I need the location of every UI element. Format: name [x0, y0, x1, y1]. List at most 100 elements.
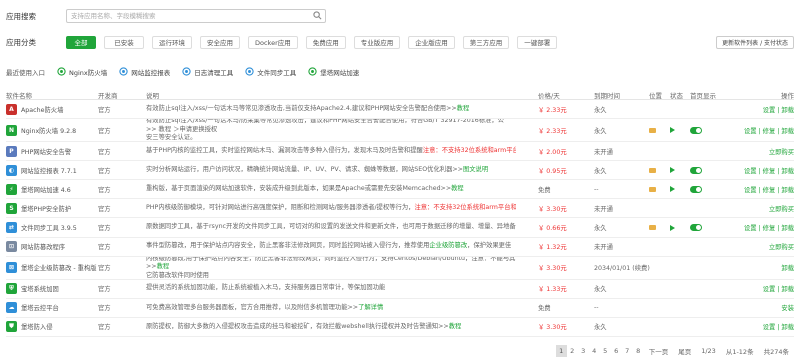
folder-icon[interactable]: [649, 161, 656, 179]
plugin-developer: 官方: [98, 186, 111, 194]
plugin-description: 内核级防篡改,用于保护站点内容安全，防止黑客非法修改网页，同时监控入侵行为，支持…: [146, 257, 516, 279]
recent-entry[interactable]: 网站监控报表: [119, 66, 170, 78]
plugin-actions[interactable]: 立即购买: [769, 199, 794, 217]
description-after: ，保护效果更佳: [467, 242, 512, 250]
category-tabs: 全部 已安装 运行环境 安全应用 Docker应用 免费应用 专业版应用 企业版应用 第三方应用…: [66, 35, 558, 49]
description-line2: 它防篡改软件同时使用: [146, 271, 209, 279]
plugin-actions[interactable]: 设置 | 修复 | 卸载: [744, 218, 794, 236]
home-display-toggle[interactable]: [690, 119, 702, 141]
plugin-description: 事件型防篡改，用于保护站点内容安全，防止黑客非法修改网页，同时监控网站被入侵行为…: [146, 238, 516, 256]
search-box[interactable]: [66, 9, 326, 23]
plugin-actions[interactable]: 设置 | 修复 | 卸载: [744, 180, 794, 198]
plugin-icon: ⊠: [6, 262, 17, 274]
recent-entry-label: Nginx防火墙: [69, 69, 108, 77]
next-page-link[interactable]: 下一页: [644, 346, 674, 356]
description-text-wrap: 提供灵活的系统加固功能，防止系统被植入木马，支持服务器日常审计，等保加固功能: [146, 284, 385, 293]
description-text: 有效防止sql注入/xss/一句话木马等常见渗透攻击,当前仅支持Apache2.…: [146, 104, 457, 112]
plugin-actions[interactable]: 卸载: [781, 257, 794, 279]
recent-entry-label: 文件同步工具: [257, 69, 297, 77]
last-page-link[interactable]: 尾页: [673, 346, 696, 356]
description-link[interactable]: 企业级防篡改: [429, 242, 467, 249]
plugin-description: 可免费高效管理多台服务器面板，官方合用推荐，以及附信多机管理功能>>了解详情: [146, 299, 516, 317]
plugin-name-cell: ⊠ 堡塔企业级防篡改 - 重构版: [6, 257, 98, 279]
search-input[interactable]: [67, 10, 307, 22]
description-text-wrap: 原防提权，防御大多数的入侵提权攻击造成的挂马和被挖矿，有效拦截webshell执…: [146, 323, 461, 332]
home-display-toggle[interactable]: [690, 161, 702, 179]
update-software-list-button[interactable]: 更新软件列表 / 支付状态: [716, 35, 794, 49]
plugin-expire: 永久: [594, 127, 607, 135]
home-display-toggle[interactable]: [690, 218, 702, 236]
plugin-actions[interactable]: 安装: [781, 299, 794, 317]
category-tab[interactable]: 已安装: [104, 35, 144, 49]
category-tab[interactable]: 免费应用: [305, 35, 346, 49]
description-text-wrap: 事件型防篡改，用于保护站点内容安全，防止黑客非法修改网页，同时监控网站被入侵行为…: [146, 242, 511, 251]
status-running-icon: [670, 218, 675, 236]
table-row: ⇄ 文件同步工具 3.9.5 官方 原数据同步工具，基于rsync开发的文件同步工具，…: [6, 218, 794, 238]
plugin-name: 宝塔系统加固: [21, 286, 59, 294]
page-number[interactable]: 4: [589, 345, 600, 357]
recent-entry[interactable]: Nginx防火墙: [57, 66, 108, 78]
recent-entry[interactable]: 日志清理工具: [182, 66, 233, 78]
category-tab[interactable]: 企业版应用: [408, 35, 455, 49]
header-op: 操作: [781, 92, 794, 100]
folder-icon[interactable]: [649, 119, 656, 141]
page-number[interactable]: 1: [555, 345, 567, 357]
search-icon[interactable]: [313, 11, 322, 22]
plugin-actions[interactable]: 立即购买: [769, 142, 794, 160]
status-running-icon: [670, 161, 675, 179]
category-tab[interactable]: 安全应用: [200, 35, 240, 49]
recent-label: 最近使用入口: [6, 69, 45, 77]
category-tab[interactable]: 一键部署: [517, 35, 558, 49]
category-tab[interactable]: Docker应用: [248, 35, 298, 49]
plugin-name: 堡塔防入侵: [21, 324, 53, 332]
plugin-actions[interactable]: 设置 | 卸载: [763, 100, 794, 118]
description-text: 原防提权，防御大多数的入侵提权攻击造成的挂马和被挖矿，有效拦截webshell执…: [146, 322, 449, 330]
recent-entries: 最近使用入口 Nginx防火墙 网站监控报表 日志清理工具 文件同步工具 堡塔网站加速: [6, 66, 359, 78]
description-link[interactable]: 教程: [457, 105, 470, 112]
plugin-expire: 永久: [594, 106, 607, 114]
plugin-expire: 永久: [594, 324, 607, 332]
description-text-wrap: 有效防止sql注入/xss/一句话木马/防采集等常见渗透攻击，建议和PHP网站安…: [146, 119, 516, 141]
folder-icon[interactable]: [649, 218, 656, 236]
plugin-developer: 官方: [98, 148, 111, 156]
table-row: ⊠ 堡塔企业级防篡改 - 重构版 官方 内核级防篡改,用于保护站点内容安全，防止黑客非…: [6, 257, 794, 280]
description-text-wrap: 基于PHP内核的监控工具，实时监控网站木马、漏洞攻击等多种入侵行为，发现木马及时…: [146, 147, 516, 156]
page-number[interactable]: 3: [578, 345, 589, 357]
page-number[interactable]: 8: [633, 345, 644, 357]
table-header: 软件名称 开发商 说明 价格/天 到期时间 位置 状态 首页显示 操作: [6, 88, 794, 100]
plugin-expire: 2034/01/01 (续费): [594, 265, 650, 273]
description-link[interactable]: 教程: [157, 263, 170, 270]
description-link[interactable]: 了解详情: [358, 304, 383, 311]
description-text: 提供灵活的系统加固功能，防止系统被植入木马，支持服务器日常审计，等保加固功能: [146, 284, 386, 292]
home-display-toggle[interactable]: [690, 180, 702, 198]
category-row: 应用分类 全部 已安装 运行环境 安全应用 Docker应用 免费应用 专业版应用 企业版应用…: [6, 35, 794, 49]
page-number[interactable]: 2: [567, 345, 578, 357]
header-price: 价格/天: [538, 92, 560, 100]
description-text: 内核级防篡改,用于保护站点内容安全，防止黑客非法修改网页，同时监控入侵行为，支持…: [146, 256, 516, 271]
page-number[interactable]: 7: [622, 345, 633, 357]
plugin-actions[interactable]: 立即购买: [769, 238, 794, 256]
folder-icon[interactable]: [649, 180, 656, 198]
plugin-price: ￥ 3.30元: [538, 265, 567, 273]
category-tab[interactable]: 全部: [66, 35, 96, 49]
plugin-developer: 官方: [98, 225, 111, 233]
description-link[interactable]: 教程: [449, 323, 462, 330]
description-link[interactable]: 图文说明: [463, 166, 488, 173]
plugin-actions[interactable]: 设置 | 卸载: [763, 280, 794, 298]
category-tab[interactable]: 运行环境: [152, 35, 192, 49]
category-tab[interactable]: 第三方应用: [462, 35, 510, 49]
recent-entry[interactable]: 堡塔网站加速: [308, 66, 359, 78]
page-range: 从1-12条: [725, 348, 754, 356]
category-tab[interactable]: 专业版应用: [353, 35, 401, 49]
page-number[interactable]: 5: [600, 345, 611, 357]
page-number[interactable]: 6: [611, 345, 622, 357]
table-row: N Nginx防火墙 9.2.8 官方 有效防止sql注入/xss/一句话木马/防采集…: [6, 119, 794, 143]
plugin-actions[interactable]: 设置 | 修复 | 卸载: [744, 119, 794, 141]
description-link[interactable]: 教程: [451, 185, 464, 192]
recent-entry[interactable]: 文件同步工具: [245, 66, 297, 78]
plugin-actions[interactable]: 设置 | 修复 | 卸载: [744, 161, 794, 179]
plugin-actions[interactable]: 设置 | 卸载: [763, 318, 794, 336]
description-text: 原数据同步工具，基于rsync开发的文件同步工具，可切对的和设置的发送文件和更新…: [146, 223, 516, 231]
plugin-name-cell: P PHP网站安全告警: [6, 142, 98, 160]
plugin-name-cell: N Nginx防火墙 9.2.8: [6, 119, 98, 141]
